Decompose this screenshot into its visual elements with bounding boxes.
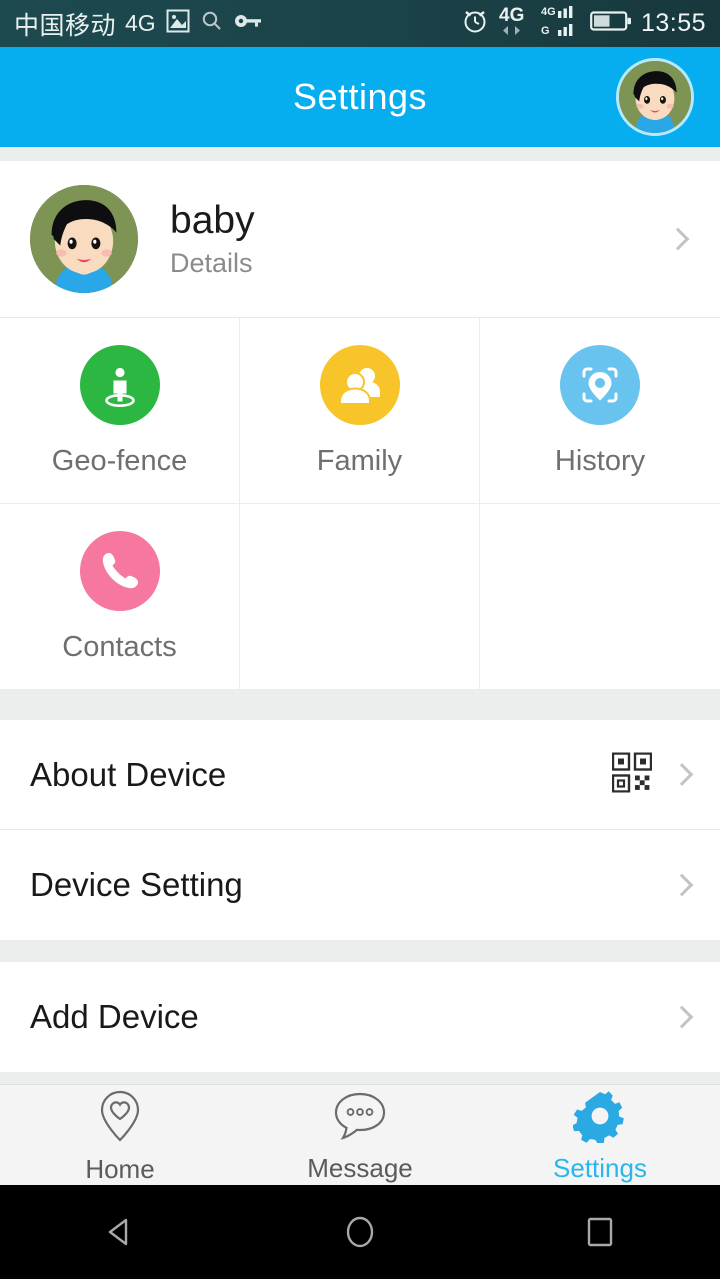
tab-settings[interactable]: Settings	[480, 1085, 720, 1185]
geo-fence-icon	[79, 345, 160, 425]
status-bar-left: 中国移动 4G	[14, 6, 461, 42]
back-triangle-icon[interactable]	[100, 1212, 140, 1252]
tab-message[interactable]: Message	[240, 1085, 480, 1185]
svg-text:4G: 4G	[541, 6, 556, 18]
4g-data-icon: 4G	[498, 4, 532, 43]
tile-label: Geo-fence	[51, 445, 188, 477]
child-avatar-icon	[30, 185, 138, 293]
row-accessory	[611, 751, 694, 797]
profile-text: baby Details	[170, 201, 255, 277]
message-bubble-icon	[332, 1089, 388, 1148]
page-title: Settings	[292, 76, 428, 117]
tile-label: History	[554, 445, 646, 477]
android-nav-bar	[0, 1185, 720, 1279]
profile-card: baby Details Geo-fence Family History Co…	[0, 161, 720, 690]
tile-history[interactable]: History	[480, 318, 720, 504]
row-label: Device Setting	[30, 866, 243, 903]
row-add-device[interactable]: Add Device	[0, 962, 720, 1072]
profile-name: baby	[170, 199, 255, 242]
history-location-icon	[560, 345, 640, 425]
row-device-setting[interactable]: Device Setting	[0, 830, 720, 940]
header-avatar[interactable]	[616, 58, 694, 136]
alarm-icon	[461, 7, 489, 40]
svg-text:4G: 4G	[499, 5, 524, 26]
phone-icon	[79, 531, 160, 611]
qr-code-icon[interactable]	[611, 751, 653, 797]
section-gap	[0, 940, 720, 962]
tile-label: Contacts	[62, 631, 177, 663]
row-about-device[interactable]: About Device	[0, 720, 720, 830]
phone-screen: 中国移动 4G 4G 4G G 13:55 Settings baby Deta…	[0, 0, 720, 1279]
chevron-right-icon	[666, 227, 690, 251]
recents-square-icon[interactable]	[580, 1212, 620, 1252]
child-avatar-icon	[619, 61, 691, 133]
row-accessory	[670, 1005, 694, 1029]
profile-row[interactable]: baby Details	[0, 161, 720, 318]
tab-label: Settings	[553, 1153, 647, 1183]
dual-signal-icon: 4G G	[541, 3, 581, 44]
gear-icon	[572, 1089, 627, 1148]
app-bar: Settings	[0, 47, 720, 147]
clock-label: 13:55	[640, 9, 706, 37]
tile-label: Family	[316, 445, 403, 477]
search-icon	[200, 9, 224, 38]
tile-contacts[interactable]: Contacts	[0, 504, 240, 690]
settings-group-1: About Device Device Setting	[0, 720, 720, 940]
family-icon	[319, 345, 400, 425]
tile-geo-fence[interactable]: Geo-fence	[0, 318, 240, 504]
home-pin-heart-icon	[94, 1088, 146, 1149]
network-type-label: 4G	[125, 10, 156, 36]
chevron-right-icon	[670, 873, 694, 897]
bottom-tab-bar: Home Message Settings	[0, 1084, 720, 1185]
feature-grid: Geo-fence Family History Contacts	[0, 318, 720, 690]
section-gap	[0, 690, 720, 720]
photo-icon	[165, 8, 191, 39]
section-gap	[0, 147, 720, 161]
status-bar: 中国移动 4G 4G 4G G 13:55	[0, 0, 720, 47]
row-label: About Device	[30, 755, 227, 793]
key-icon	[233, 11, 263, 36]
row-accessory	[670, 873, 694, 897]
tile-empty-2	[480, 504, 720, 690]
profile-avatar	[30, 185, 138, 293]
status-bar-right: 4G 4G G 13:55	[461, 3, 706, 44]
tile-empty-1	[240, 504, 480, 690]
tab-home[interactable]: Home	[0, 1085, 240, 1185]
tab-label: Message	[307, 1153, 413, 1183]
row-label: Add Device	[30, 998, 199, 1035]
profile-subtitle: Details	[170, 248, 253, 278]
svg-text:G: G	[541, 25, 550, 37]
battery-icon	[590, 9, 632, 38]
chevron-right-icon	[670, 1005, 694, 1029]
tile-family[interactable]: Family	[240, 318, 480, 504]
carrier-label: 中国移动	[14, 11, 117, 40]
settings-group-2: Add Device	[0, 962, 720, 1072]
home-circle-icon[interactable]	[340, 1212, 380, 1252]
tab-label: Home	[85, 1154, 155, 1184]
chevron-right-icon	[670, 763, 694, 786]
